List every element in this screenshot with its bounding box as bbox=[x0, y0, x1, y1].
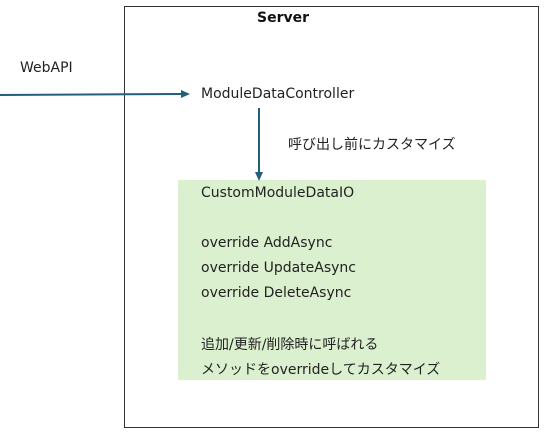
webapi-to-controller-arrow-line bbox=[0, 93, 183, 96]
connector-arrows bbox=[0, 90, 263, 181]
webapi-to-controller-arrowhead bbox=[181, 90, 190, 98]
controller-to-custom-arrowhead bbox=[255, 172, 263, 181]
